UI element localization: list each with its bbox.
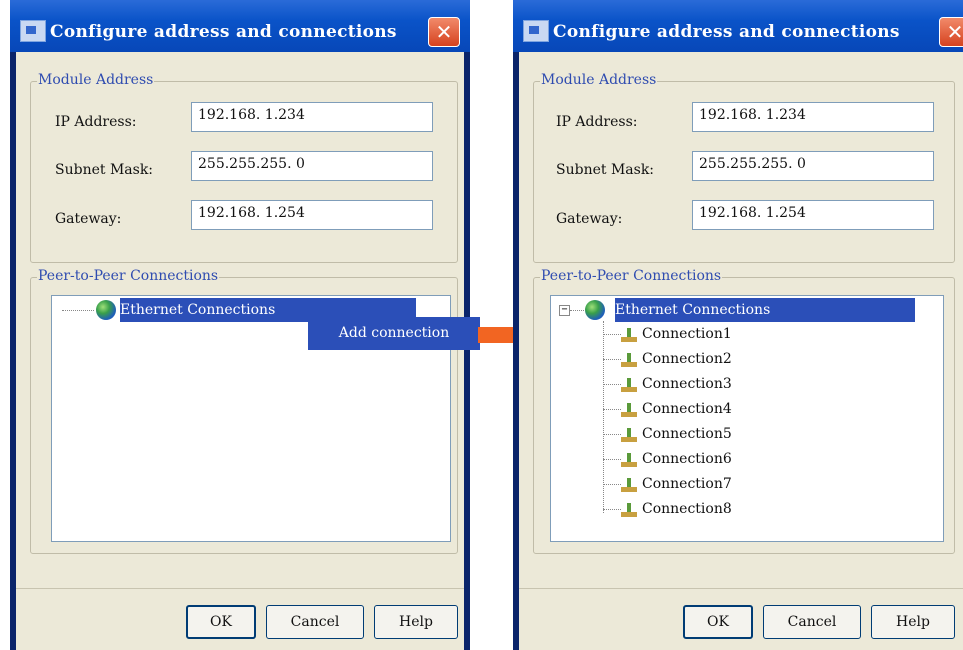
network-node-icon [621, 353, 637, 367]
network-node-icon [621, 478, 637, 492]
button-separator [16, 588, 464, 589]
tree-line [570, 310, 584, 311]
ip-address-label: IP Address: [556, 114, 638, 130]
tree-root-label: Ethernet Connections [120, 302, 276, 318]
tree-item-label: Connection1 [642, 326, 732, 342]
tree-line [603, 484, 621, 485]
tree-root-ethernet-connections[interactable]: Ethernet Connections [615, 298, 915, 322]
network-node-icon [621, 503, 637, 517]
tree-item-label: Connection6 [642, 451, 732, 467]
tree-item-label: Connection3 [642, 376, 732, 392]
subnet-mask-input[interactable]: 255.255.255. 0 [191, 151, 433, 181]
connections-tree[interactable]: Ethernet Connections Add connection [51, 295, 480, 542]
module-address-group: Module Address IP Address: 192.168. 1.23… [30, 72, 458, 263]
app-icon [20, 20, 46, 42]
tree-item-label: Connection2 [642, 351, 732, 367]
network-node-icon [621, 428, 637, 442]
tree-line [603, 334, 621, 335]
gateway-input[interactable]: 192.168. 1.254 [692, 200, 934, 230]
ip-address-input[interactable]: 192.168. 1.234 [191, 102, 433, 132]
subnet-mask-label: Subnet Mask: [556, 162, 655, 178]
tree-line [603, 409, 621, 410]
gateway-input[interactable]: 192.168. 1.254 [191, 200, 433, 230]
right-title-bar[interactable]: Configure address and connections ✕ [513, 0, 963, 52]
peer-connections-label: Peer-to-Peer Connections [37, 268, 220, 284]
globe-icon [585, 300, 605, 320]
subnet-mask-label: Subnet Mask: [55, 162, 154, 178]
module-address-label: Module Address [540, 72, 658, 88]
tree-line [603, 459, 621, 460]
tree-line [603, 384, 621, 385]
subnet-mask-input[interactable]: 255.255.255. 0 [692, 151, 934, 181]
close-icon[interactable]: ✕ [428, 17, 460, 47]
ok-button[interactable]: OK [186, 605, 256, 639]
peer-connections-group: Peer-to-Peer Connections Ethernet Connec… [30, 268, 480, 554]
gateway-label: Gateway: [55, 211, 122, 227]
right-dialog-window: Configure address and connections ✕ Modu… [513, 0, 963, 650]
tree-root-label: Ethernet Connections [615, 302, 771, 318]
left-dialog-title: Configure address and connections [50, 22, 397, 42]
module-address-label: Module Address [37, 72, 155, 88]
close-icon[interactable]: ✕ [939, 17, 963, 47]
right-dialog-title: Configure address and connections [553, 22, 900, 42]
cancel-button[interactable]: Cancel [763, 605, 861, 639]
collapse-toggle[interactable]: − [559, 305, 570, 316]
tree-line [62, 310, 94, 311]
ok-button[interactable]: OK [683, 605, 753, 639]
help-button[interactable]: Help [374, 605, 458, 639]
left-title-bar[interactable]: Configure address and connections ✕ [10, 0, 470, 52]
button-separator [519, 588, 963, 589]
connections-tree[interactable]: − Ethernet Connections Connection1 Connec… [550, 295, 944, 542]
network-node-icon [621, 453, 637, 467]
app-icon [523, 20, 549, 42]
gateway-label: Gateway: [556, 211, 623, 227]
module-address-group: Module Address IP Address: 192.168. 1.23… [533, 72, 955, 263]
network-node-icon [621, 378, 637, 392]
ip-address-label: IP Address: [55, 114, 137, 130]
right-dialog-client: Module Address IP Address: 192.168. 1.23… [519, 52, 963, 650]
tree-line [603, 359, 621, 360]
peer-connections-label: Peer-to-Peer Connections [540, 268, 723, 284]
help-button[interactable]: Help [871, 605, 955, 639]
globe-icon [96, 300, 116, 320]
tree-line [603, 509, 621, 510]
network-node-icon [621, 328, 637, 342]
left-dialog-window: Configure address and connections ✕ Modu… [10, 0, 480, 650]
tree-line [603, 434, 621, 435]
left-dialog-client: Module Address IP Address: 192.168. 1.23… [16, 52, 480, 650]
tree-item-label: Connection7 [642, 476, 732, 492]
tree-item-label: Connection8 [642, 501, 732, 517]
ip-address-input[interactable]: 192.168. 1.234 [692, 102, 934, 132]
tree-item-label: Connection5 [642, 426, 732, 442]
network-node-icon [621, 403, 637, 417]
peer-connections-group: Peer-to-Peer Connections − Ethernet Conn… [533, 268, 955, 554]
cancel-button[interactable]: Cancel [266, 605, 364, 639]
context-menu-add-connection[interactable]: Add connection [308, 317, 480, 350]
tree-item-label: Connection4 [642, 401, 732, 417]
